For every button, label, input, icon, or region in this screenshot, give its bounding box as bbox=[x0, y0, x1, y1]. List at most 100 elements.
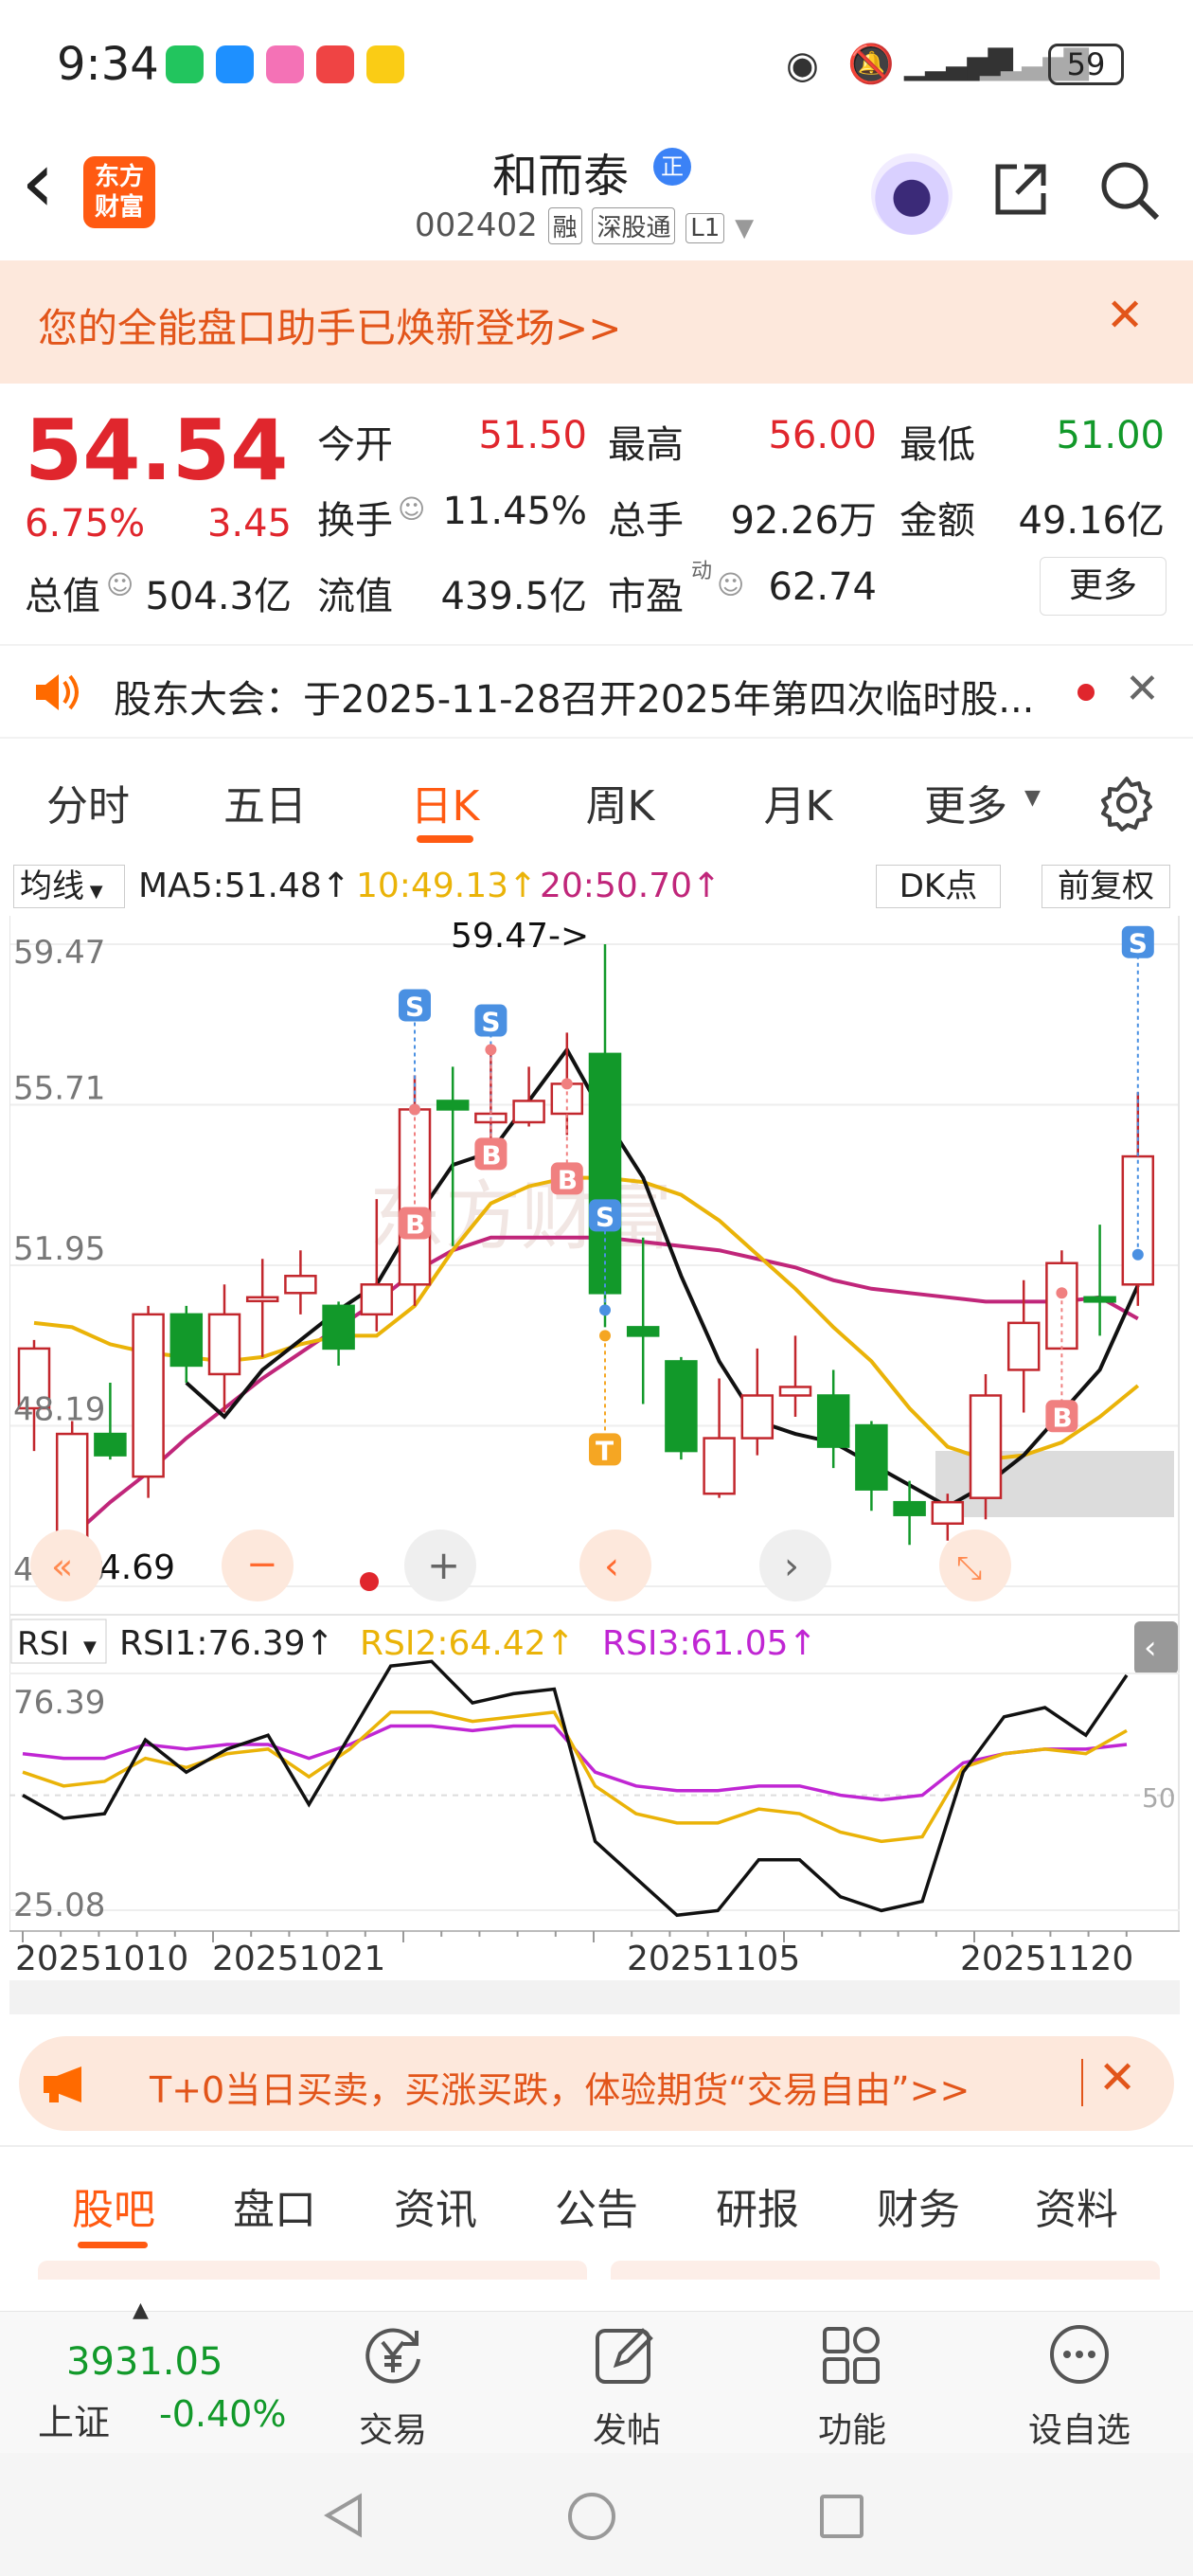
signal-b-text: B bbox=[481, 1139, 501, 1171]
close-ad-icon[interactable]: ✕ bbox=[1098, 2051, 1136, 2104]
futures-ad[interactable]: T+0当日买卖，买涨买跌，体验期货“交易自由”>> ✕ bbox=[19, 2036, 1174, 2131]
more-button[interactable]: 更多 bbox=[1040, 557, 1166, 616]
chevron-up-icon[interactable]: ▲ bbox=[133, 2299, 149, 2322]
nav-home-icon[interactable] bbox=[568, 2493, 615, 2540]
tab-5day[interactable]: 五日 bbox=[194, 772, 336, 832]
tab-finance[interactable]: 财务 bbox=[857, 2175, 980, 2236]
scroll-track[interactable] bbox=[9, 1980, 1180, 2014]
app-logo[interactable]: 东方 财富 bbox=[83, 156, 155, 228]
candle-body bbox=[1006, 1321, 1041, 1371]
tag-l1: L1 bbox=[686, 213, 725, 243]
turnover-label: 换手 bbox=[317, 499, 393, 543]
app-notify-icon bbox=[216, 45, 254, 83]
date-label-3: 20251105 bbox=[627, 1940, 800, 1978]
tab-profile[interactable]: 资料 bbox=[1015, 2175, 1138, 2236]
back-icon[interactable]: ‹ bbox=[21, 140, 55, 225]
content-tabs: 股吧 盘口 资讯 公告 研报 财务 资料 bbox=[0, 2145, 1193, 2280]
tab-monthly-k[interactable]: 月K bbox=[727, 772, 869, 832]
dots-icon[interactable] bbox=[1046, 2321, 1113, 2388]
signal-dot bbox=[485, 1044, 497, 1056]
content-tab-underline bbox=[78, 2242, 148, 2248]
rsi3-label: RSI3:61.05↑ bbox=[602, 1624, 817, 1663]
tab-intraday[interactable]: 分时 bbox=[17, 772, 159, 832]
tab-daily-k[interactable]: 日K bbox=[374, 772, 516, 832]
signal-b-text: B bbox=[1052, 1402, 1072, 1433]
float-cap-value: 439.5亿 bbox=[440, 575, 587, 618]
tab-more[interactable]: 更多 bbox=[909, 772, 1023, 832]
nav-back-icon[interactable] bbox=[322, 2493, 367, 2538]
quote-panel: 54.54 6.75% 3.45 今开 51.50 最高 56.00 最低 51… bbox=[0, 384, 1193, 635]
candle-body bbox=[703, 1437, 736, 1495]
info-icon-3[interactable]: ☺ bbox=[717, 569, 744, 600]
candle-body bbox=[816, 1394, 850, 1448]
tag-szhk: 深股通 bbox=[592, 207, 676, 244]
tab-news[interactable]: 资讯 bbox=[374, 2175, 497, 2236]
kline-svg[interactable]: 东方财富 59.4755.7151.9548.1944.43 59.47-> 4… bbox=[9, 916, 1180, 2014]
assistant-robot-icon[interactable] bbox=[871, 153, 953, 235]
candle-body bbox=[360, 1283, 394, 1316]
chevron-down-icon-4: ▼ bbox=[83, 1637, 97, 1657]
stock-code: 002402 bbox=[415, 206, 538, 244]
share-icon[interactable] bbox=[992, 161, 1049, 218]
float-cap-label: 流值 bbox=[317, 575, 393, 618]
edit-icon[interactable] bbox=[592, 2321, 658, 2388]
tab-pankou[interactable]: 盘口 bbox=[213, 2175, 336, 2236]
trade-label[interactable]: 交易 bbox=[350, 2403, 436, 2452]
signal-dot bbox=[409, 1103, 420, 1116]
tab-research[interactable]: 研报 bbox=[696, 2175, 819, 2236]
tab-weekly-k[interactable]: 周K bbox=[549, 772, 691, 832]
price-tick-label: 59.47 bbox=[13, 934, 105, 972]
adjust-select[interactable]: 前复权 bbox=[1042, 865, 1170, 908]
banner-text: 您的全能盘口助手已焕新登场>> bbox=[38, 305, 622, 351]
ma-row: 均线 ▼ MA5:51.48↑ 10:49.13↑ 20:50.70↑ DK点 … bbox=[0, 857, 1193, 916]
index-pct: -0.40% bbox=[159, 2393, 287, 2435]
yen-icon[interactable] bbox=[360, 2321, 426, 2388]
indicator-select[interactable]: 均线 ▼ bbox=[13, 865, 125, 908]
nav-recents-icon[interactable] bbox=[820, 2495, 864, 2538]
ad-divider bbox=[1081, 2059, 1083, 2106]
open-label: 今开 bbox=[317, 423, 393, 467]
candle-body bbox=[778, 1386, 812, 1397]
date-label-1: 20251010 bbox=[15, 1940, 188, 1978]
candle-body bbox=[855, 1423, 888, 1491]
rsi2-label: RSI2:64.42↑ bbox=[360, 1624, 575, 1663]
candle-body bbox=[207, 1313, 241, 1376]
card-peek-right bbox=[611, 2261, 1160, 2280]
add-watch-label[interactable]: 设自选 bbox=[1013, 2403, 1146, 2452]
signal-dot bbox=[599, 1304, 611, 1316]
info-icon-2[interactable]: ☺ bbox=[106, 569, 134, 600]
stock-name: 和而泰 bbox=[492, 150, 630, 203]
dk-point-button[interactable]: DK点 bbox=[876, 865, 1001, 908]
grid-icon[interactable] bbox=[819, 2321, 885, 2388]
tab-guba[interactable]: 股吧 bbox=[52, 2175, 175, 2236]
ma20-label: 20:50.70↑ bbox=[540, 867, 721, 905]
chevron-down-icon[interactable]: ▼ bbox=[735, 214, 754, 242]
close-icon[interactable]: ✕ bbox=[1106, 289, 1144, 342]
signal-s-text: S bbox=[596, 1201, 614, 1232]
gear-icon[interactable] bbox=[1098, 775, 1155, 832]
signal-dot bbox=[599, 1330, 611, 1342]
notice-bar[interactable]: 股东大会：于2025-11-28召开2025年第四次临时股... ✕ bbox=[0, 644, 1193, 739]
unread-dot bbox=[1077, 684, 1095, 701]
promo-banner[interactable]: 您的全能盘口助手已焕新登场>> ✕ bbox=[0, 260, 1193, 384]
pe-label: 市盈 bbox=[608, 575, 684, 618]
search-icon[interactable] bbox=[1098, 159, 1161, 222]
signal-s-text: S bbox=[405, 991, 424, 1022]
ma5-label: MA5:51.48↑ bbox=[138, 867, 350, 905]
last-price: 54.54 bbox=[25, 402, 289, 499]
high-value: 56.00 bbox=[768, 414, 877, 457]
post-label[interactable]: 发帖 bbox=[579, 2403, 674, 2452]
kline-chart[interactable]: 东方财富 59.4755.7151.9548.1944.43 59.47-> 4… bbox=[9, 916, 1180, 2014]
ma10-label: 10:49.13↑ bbox=[356, 867, 538, 905]
close-notice-icon[interactable]: ✕ bbox=[1125, 665, 1160, 713]
candle-body bbox=[626, 1326, 660, 1337]
function-label[interactable]: 功能 bbox=[805, 2403, 899, 2452]
volume-label: 总手 bbox=[608, 499, 684, 543]
signal-s-text: S bbox=[1129, 928, 1148, 959]
expand-icon: ⤡ bbox=[956, 1549, 982, 1587]
info-icon[interactable]: ☺ bbox=[398, 493, 425, 525]
stock-badge: 正 bbox=[653, 148, 691, 186]
status-time: 9:34 bbox=[57, 38, 159, 91]
logo-line2: 财富 bbox=[94, 193, 144, 222]
tab-announce[interactable]: 公告 bbox=[535, 2175, 658, 2236]
